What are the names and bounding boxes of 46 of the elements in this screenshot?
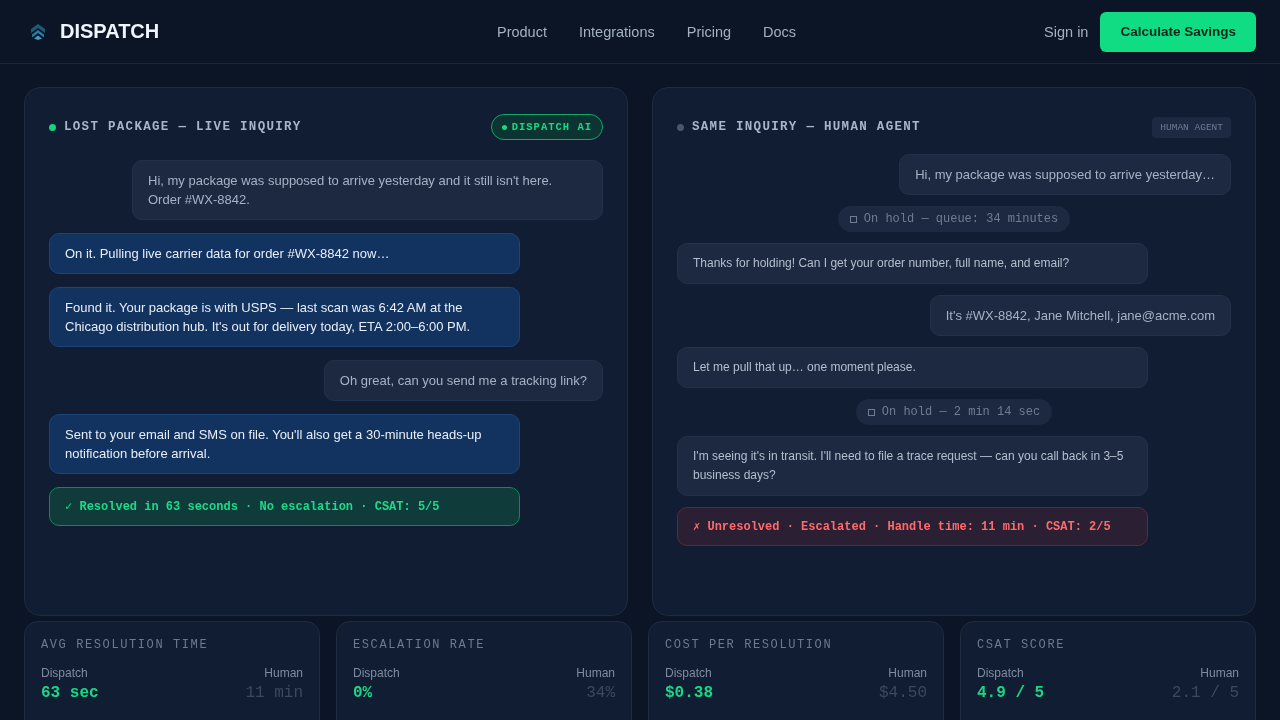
customer-message: Hi, my package was supposed to arrive yesterday… [899,154,1231,195]
agent-message: Thanks for holding! Can I get your order number, full name, and email? [677,243,1148,284]
stat-sublabel: Dispatch [977,666,1025,680]
outcome-banner: ✗ Unresolved · Escalated · Handle time: 11 min · CSAT: 2/5 [677,507,1148,546]
nav-link[interactable]: Integrations [578,23,655,40]
nav-link[interactable]: Pricing [686,23,732,40]
stat-label: COST PER RESOLUTION [665,638,834,652]
agent-message: Sent to your email and SMS on file. You'll also get a 30-minute heads-up notification before arrival. [49,414,520,474]
stat-sublabel: Human [887,666,927,680]
dispatch-value: 0% [353,684,374,702]
stat-sublabel: Human [1199,666,1239,680]
status-dot-icon [677,123,684,131]
dispatch-value: 63 sec [41,684,100,702]
customer-message: It's #WX-8842, Jane Mitchell, jane@acme.com [929,295,1231,336]
nav-link[interactable]: Product [496,23,547,40]
customer-message: Hi, my package was supposed to arrive yesterday and it still isn't here. Order #WX-8842. [132,160,603,220]
stat-label: CSAT SCORE [977,638,1066,652]
outcome-banner: ✓ Resolved in 63 seconds · No escalation · CSAT: 5/5 [49,487,520,526]
hold-text: On hold — queue: 34 minutes [863,212,1059,226]
stat-sublabel: Human [263,666,303,680]
stat-sublabel: Dispatch [41,666,89,680]
stat-label: ESCALATION RATE [353,638,487,652]
agent-message: Found it. Your package is with USPS — last scan was 6:42 AM at the Chicago distribution hub. It's out for delivery today, ETA 2:00–6:00 PM. [49,287,520,347]
square-icon [867,408,875,416]
stat-sublabel: Dispatch [353,666,401,680]
ai-badge: DISPATCH AI [490,114,603,140]
agent-message: Let me pull that up… one moment please. [677,347,1148,388]
nav-link[interactable]: Docs [763,23,797,40]
sign-in-link[interactable]: Sign in [1044,23,1089,40]
calculate-savings-button[interactable]: Calculate Savings [1100,11,1256,52]
stat-label: AVG RESOLUTION TIME [41,638,210,652]
dispatch-value: $0.38 [665,684,714,702]
hold-text: On hold — 2 min 14 sec [881,405,1041,419]
dispatch-value: 4.9 / 5 [977,684,1046,702]
panel-title: LOST PACKAGE — LIVE INQUIRY [64,120,303,134]
chevron-logo-icon [29,22,47,41]
stat-sublabel: Human [576,666,615,680]
status-dot-icon [49,123,56,131]
panel-title: SAME INQUIRY — HUMAN AGENT [692,120,922,134]
stat-sublabel: Dispatch [665,666,713,680]
agent-message: I'm seeing it's in transit. I'll need to file a trace request — can you call back in 3–5 business days? [677,436,1148,496]
brand-name: DISPATCH [60,20,160,43]
agent-badge: HUMAN AGENT [1152,116,1231,138]
agent-message: On it. Pulling live carrier data for order #WX-8842 now… [49,233,520,274]
square-icon [849,215,857,223]
customer-message: Oh great, can you send me a tracking link? [323,360,603,401]
